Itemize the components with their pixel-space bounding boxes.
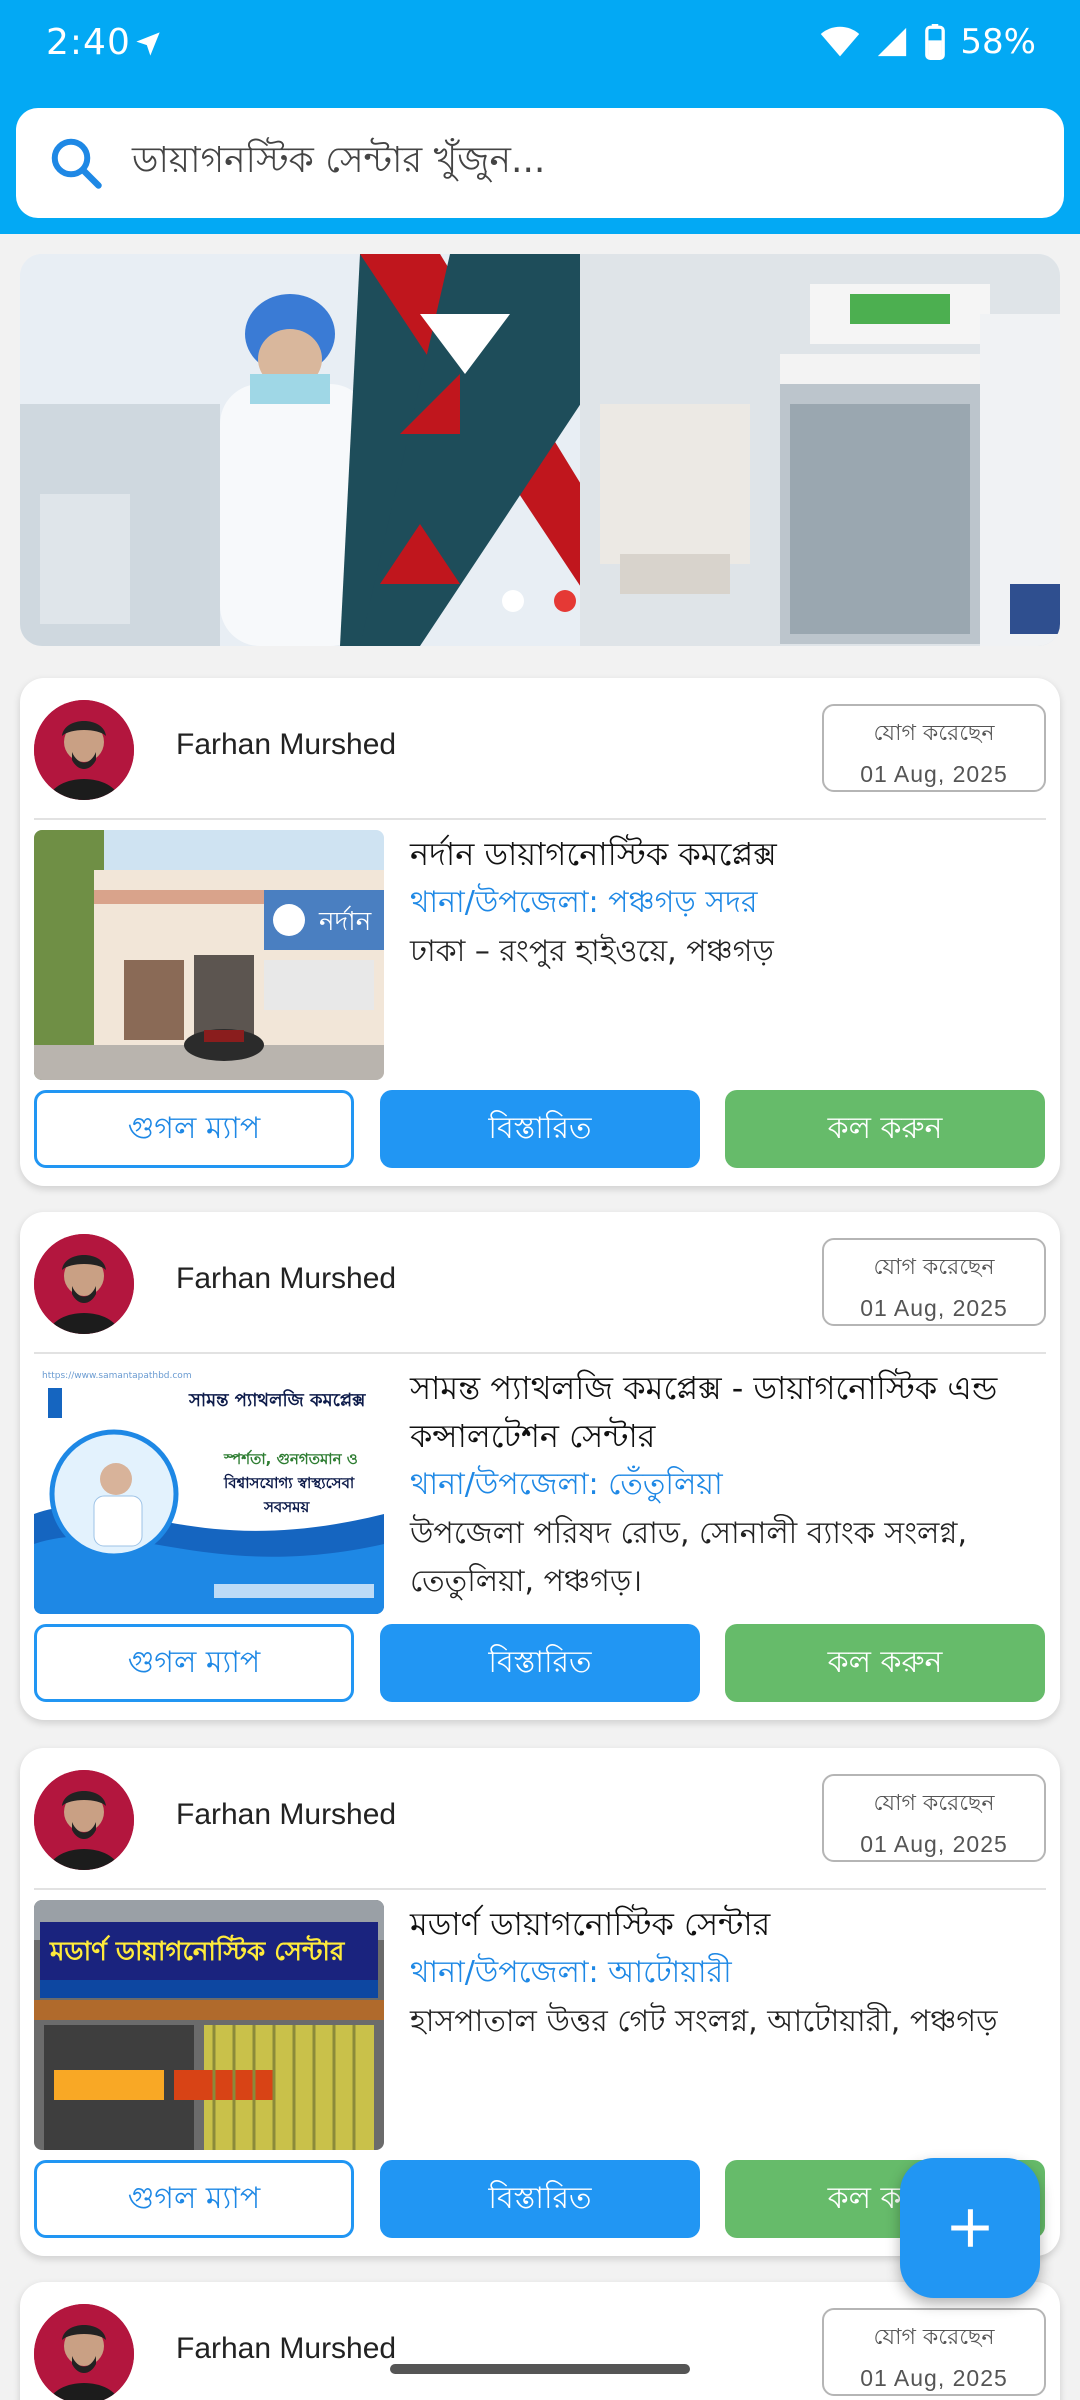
divider (34, 1352, 1046, 1354)
joined-date: 01 Aug, 2025 (860, 761, 1008, 787)
add-center-button[interactable] (900, 2158, 1040, 2298)
user-name: Farhan Murshed (176, 1798, 397, 1831)
plus-icon (945, 2186, 995, 2270)
center-photo[interactable]: মডার্ণ ডায়াগনোস্টিক সেন্টার (34, 1900, 384, 2150)
joined-label: যোগ করেছেন (873, 2325, 995, 2350)
center-sign-text: মডার্ণ ডায়াগনোস্টিক সেন্টার (49, 1934, 346, 1967)
center-sign-text: নর্দান (318, 906, 372, 937)
center-photo[interactable]: https://www.samantapathbd.com সামন্ত প্য… (34, 1364, 384, 1614)
carousel-dot-1[interactable] (502, 590, 524, 612)
details-button[interactable]: বিস্তারিত (380, 1624, 700, 1702)
center-banner-slogan-2: বিশ্বাসযোগ্য স্বাস্থ্যসেবা (223, 1473, 355, 1492)
joined-date: 01 Aug, 2025 (860, 2365, 1008, 2391)
center-address: ঢাকা – রংপুর হাইওয়ে, পঞ্চগড় (410, 934, 774, 969)
joined-label: যোগ করেছেন (873, 1255, 995, 1280)
battery-percent: 58% (960, 22, 1036, 62)
center-banner-title: সামন্ত প্যাথলজি কমপ্লেক্স (188, 1389, 366, 1411)
joined-badge: যোগ করেছেন 01 Aug, 2025 (822, 2308, 1046, 2396)
center-url-text: https://www.samantapathbd.com (42, 1371, 192, 1381)
call-button[interactable]: কল করুন (725, 1090, 1045, 1168)
details-button[interactable]: বিস্তারিত (380, 2160, 700, 2238)
joined-date: 01 Aug, 2025 (860, 1295, 1008, 1321)
joined-badge: যোগ করেছেন 01 Aug, 2025 (822, 1238, 1046, 1326)
user-name: Farhan Murshed (176, 1262, 397, 1295)
center-card: Farhan Murshed যোগ করেছেন 01 Aug, 2025 (20, 2282, 1060, 2400)
center-info: মডার্ণ ডায়াগনোস্টিক সেন্টার থানা/উপজেলা… (410, 1900, 1046, 2046)
center-banner-slogan-1: স্পর্শতা, গুনগতমান ও (223, 1449, 358, 1468)
center-name[interactable]: সামন্ত প্যাথলজি কমপ্লেক্স - ডায়াগনোস্টি… (410, 1364, 1046, 1460)
joined-badge: যোগ করেছেন 01 Aug, 2025 (822, 1774, 1046, 1862)
center-address: উপজেলা পরিষদ রোড, সোনালী ব্যাংক সংলগ্ন, … (410, 1516, 967, 1599)
status-bar: 2:40 58% (0, 0, 1080, 92)
carousel-dot-2[interactable] (554, 590, 576, 612)
center-info: সামন্ত প্যাথলজি কমপ্লেক্স - ডায়াগনোস্টি… (410, 1364, 1046, 1606)
center-card: Farhan Murshed যোগ করেছেন 01 Aug, 2025 ন… (20, 678, 1060, 1186)
center-area: থানা/উপজেলা: তেঁতুলিয়া (410, 1467, 723, 1502)
navigation-arrow-icon (134, 30, 162, 62)
joined-date: 01 Aug, 2025 (860, 1831, 1008, 1857)
avatar (34, 700, 134, 800)
google-map-button[interactable]: গুগল ম্যাপ (34, 1624, 354, 1702)
search-input[interactable]: ডায়াগনস্টিক সেন্টার খুঁজুন... (132, 133, 545, 193)
banner-image (20, 254, 1060, 646)
center-name[interactable]: নর্দান ডায়াগনোস্টিক কমপ্লেক্স (410, 830, 1046, 878)
joined-badge: যোগ করেছেন 01 Aug, 2025 (822, 704, 1046, 792)
center-card: Farhan Murshed যোগ করেছেন 01 Aug, 2025 h… (20, 1212, 1060, 1720)
center-photo[interactable]: নর্দান (34, 830, 384, 1080)
details-button[interactable]: বিস্তারিত (380, 1090, 700, 1168)
google-map-button[interactable]: গুগল ম্যাপ (34, 1090, 354, 1168)
center-banner-slogan-3: সবসময় (263, 1498, 310, 1516)
search-icon (46, 133, 106, 193)
joined-label: যোগ করেছেন (873, 1791, 995, 1816)
search-bar[interactable]: ডায়াগনস্টিক সেন্টার খুঁজুন... (16, 108, 1064, 218)
call-button[interactable]: কল করুন (725, 1624, 1045, 1702)
avatar (34, 1770, 134, 1870)
banner-carousel[interactable] (20, 254, 1060, 646)
google-map-button[interactable]: গুগল ম্যাপ (34, 2160, 354, 2238)
avatar (34, 1234, 134, 1334)
status-icons: 58% (820, 22, 1036, 62)
center-info: নর্দান ডায়াগনোস্টিক কমপ্লেক্স থানা/উপজে… (410, 830, 1046, 976)
joined-label: যোগ করেছেন (873, 721, 995, 746)
center-area: থানা/উপজেলা: আটোয়ারী (410, 1955, 732, 1990)
carousel-indicator (502, 590, 576, 612)
user-name: Farhan Murshed (176, 728, 397, 761)
battery-icon (924, 24, 946, 60)
divider (34, 818, 1046, 820)
center-area: থানা/উপজেলা: পঞ্চগড় সদর (410, 885, 758, 920)
app-header: 2:40 58% ডায়াগনস্টিক সেন্টার খুঁজুন... (0, 0, 1080, 234)
avatar (34, 2304, 134, 2400)
status-time: 2:40 (46, 22, 131, 63)
center-address: হাসপাতাল উত্তর গেট সংলগ্ন, আটোয়ারী, পঞ্… (410, 2004, 998, 2039)
home-indicator[interactable] (390, 2364, 690, 2374)
user-name: Farhan Murshed (176, 2332, 397, 2365)
wifi-icon (820, 26, 860, 58)
signal-icon (874, 25, 910, 59)
divider (34, 1888, 1046, 1890)
center-name[interactable]: মডার্ণ ডায়াগনোস্টিক সেন্টার (410, 1900, 1046, 1948)
